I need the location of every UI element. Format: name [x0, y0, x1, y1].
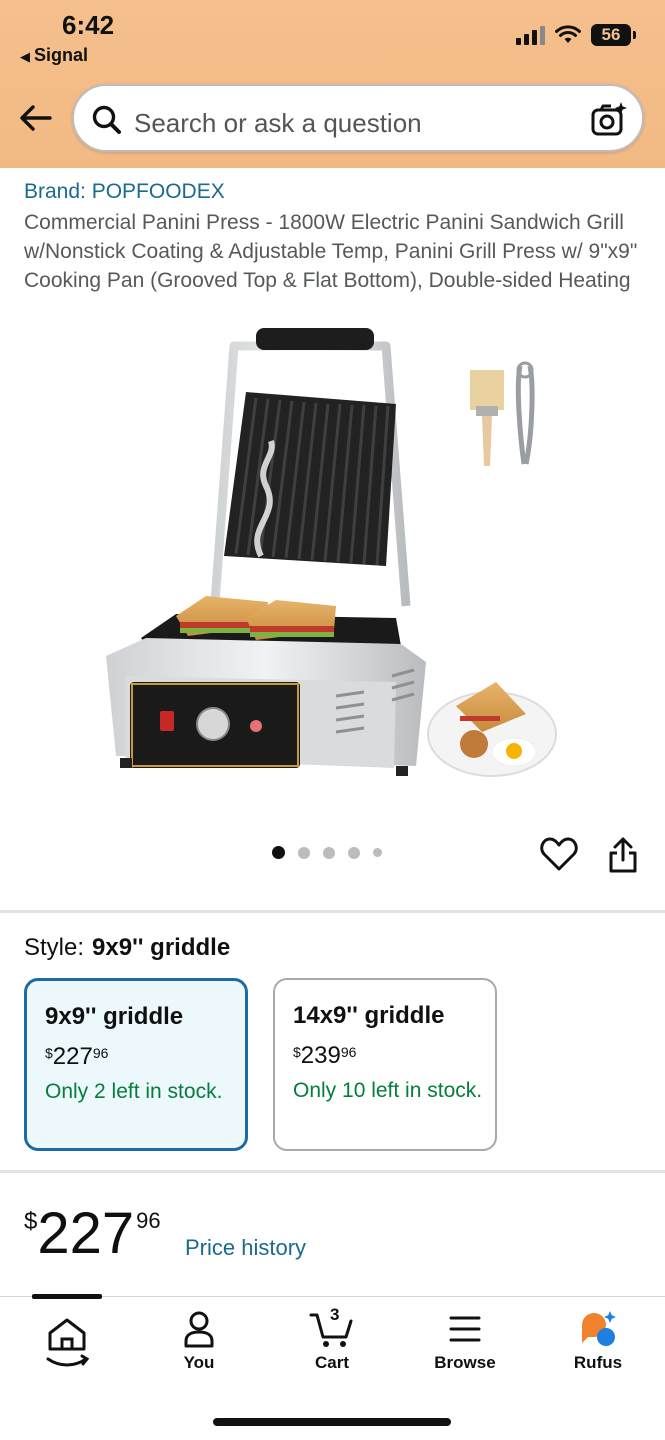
menu-icon — [449, 1316, 481, 1342]
section-divider — [0, 910, 665, 913]
pagination-dot[interactable] — [323, 846, 335, 859]
style-label: Style: — [24, 934, 85, 961]
cellular-signal-icon — [516, 25, 545, 45]
nav-browse[interactable]: Browse — [410, 1309, 520, 1389]
back-app-label: Signal — [34, 45, 89, 65]
nav-label-rufus: Rufus — [573, 1353, 623, 1372]
heart-icon[interactable] — [540, 836, 578, 872]
app-header: 6:42 ◀ Signal 56 Search or ask a question — [0, 0, 665, 168]
search-bar[interactable]: Search or ask a question — [72, 84, 644, 152]
pagination-dot[interactable] — [298, 846, 310, 859]
option-name: 14x9'' griddle — [293, 1002, 445, 1029]
product-image[interactable] — [96, 326, 576, 796]
image-pagination-dots[interactable] — [272, 846, 382, 859]
back-to-app[interactable]: ◀ Signal — [20, 45, 88, 66]
cart-count-badge: 3 — [330, 1305, 340, 1324]
section-divider — [0, 1170, 665, 1173]
search-input[interactable]: Search or ask a question — [134, 108, 422, 139]
nav-home[interactable] — [12, 1309, 122, 1389]
style-selected-value: 9x9'' griddle — [92, 934, 231, 961]
main-price: $227 96 — [24, 1201, 161, 1266]
product-title: Commercial Panini Press - 1800W Electric… — [24, 211, 638, 292]
nav-label-you: You — [183, 1353, 215, 1372]
back-triangle-icon: ◀ — [20, 49, 30, 64]
share-icon[interactable] — [606, 836, 640, 874]
pagination-dot[interactable] — [272, 846, 285, 859]
style-option-9x9[interactable]: 9x9'' griddle $22796 Only 2 left in stoc… — [24, 978, 248, 1151]
status-icons: 56 — [516, 22, 636, 48]
option-price: $22796 — [45, 1043, 109, 1070]
option-name: 9x9'' griddle — [45, 1003, 184, 1030]
pagination-dot[interactable] — [348, 846, 360, 859]
price-history-link[interactable]: Price history — [185, 1235, 306, 1261]
style-selector-label: Style: 9x9'' griddle — [24, 934, 230, 962]
wifi-icon — [555, 25, 581, 43]
style-option-14x9[interactable]: 14x9'' griddle $23996 Only 10 left in st… — [273, 978, 497, 1151]
back-arrow-icon[interactable] — [16, 98, 56, 138]
nav-label-cart: Cart — [314, 1353, 349, 1372]
option-stock: Only 10 left in stock. — [293, 1079, 483, 1102]
option-stock: Only 2 left in stock. — [45, 1080, 223, 1103]
nav-cart[interactable]: 3 Cart — [277, 1305, 387, 1389]
home-icon — [46, 1318, 90, 1367]
camera-search-icon[interactable] — [588, 100, 628, 140]
active-tab-indicator — [32, 1294, 102, 1299]
option-price: $23996 — [293, 1042, 357, 1069]
nav-label-browse: Browse — [434, 1353, 496, 1372]
battery-icon: 56 — [591, 24, 636, 46]
search-icon — [92, 105, 121, 134]
pagination-dot[interactable] — [373, 848, 382, 857]
brand-link[interactable]: Brand: POPFOODEX — [24, 180, 225, 204]
user-icon — [184, 1311, 214, 1348]
status-time: 6:42 — [62, 10, 115, 40]
rufus-icon — [582, 1311, 616, 1346]
nav-you[interactable]: You — [144, 1309, 254, 1389]
home-indicator[interactable] — [213, 1418, 451, 1426]
nav-rufus[interactable]: Rufus — [543, 1309, 653, 1389]
